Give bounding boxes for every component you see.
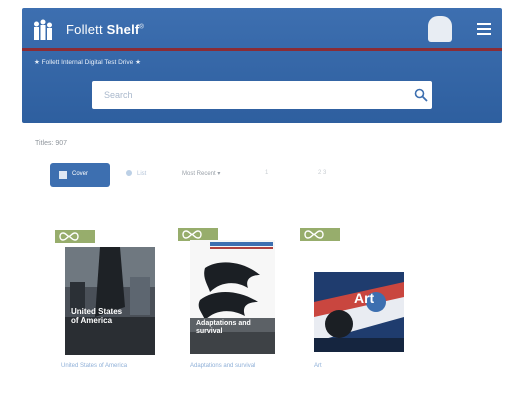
pagination-next[interactable]: 2 3 xyxy=(318,170,326,176)
collection-name[interactable]: ★ Follett Internal Digital Test Drive ★ xyxy=(34,58,141,66)
book-cover[interactable]: United States of America xyxy=(65,247,155,355)
book-cover-text: United States of America xyxy=(71,307,123,325)
book-card[interactable]: Art Art xyxy=(300,228,410,388)
app-header: Follett Shelf® ★ Follett Internal Digita… xyxy=(22,8,502,123)
list-icon xyxy=(126,170,132,176)
top-bar: Follett Shelf® xyxy=(22,8,502,48)
pagination-first[interactable]: 1 xyxy=(265,170,268,176)
cover-view-label: Cover xyxy=(72,171,89,177)
grid-icon xyxy=(59,171,67,179)
brand-bold: Shelf xyxy=(106,22,140,37)
header-divider xyxy=(22,48,502,51)
brand-regular: Follett xyxy=(66,22,103,37)
sort-dropdown[interactable]: Most Recent ▾ xyxy=(182,170,220,177)
search-input[interactable] xyxy=(92,81,392,109)
search-icon[interactable] xyxy=(414,88,428,102)
book-card[interactable]: United States of America United States o… xyxy=(55,230,165,390)
cover-view-button[interactable]: Cover xyxy=(50,163,110,187)
book-cover[interactable]: Art xyxy=(314,272,404,352)
titles-count: Titles: 907 xyxy=(35,140,68,147)
infinity-icon xyxy=(55,230,95,243)
book-cover-text: Adaptations and survival xyxy=(196,320,251,335)
list-view-button[interactable]: List xyxy=(126,170,146,177)
book-cover-text: Art xyxy=(354,290,375,306)
hamburger-icon[interactable] xyxy=(477,23,491,38)
book-card[interactable]: Adaptations and survival Adaptations and… xyxy=(178,228,288,388)
people-icon[interactable] xyxy=(32,19,54,41)
book-cover[interactable]: Adaptations and survival xyxy=(190,240,275,354)
avatar[interactable] xyxy=(428,16,452,42)
book-title[interactable]: Art xyxy=(314,362,374,370)
book-title[interactable]: Adaptations and survival xyxy=(190,362,265,370)
book-title[interactable]: United States of America xyxy=(61,362,136,370)
infinity-icon xyxy=(300,228,340,241)
brand-logo[interactable]: Follett Shelf® xyxy=(66,22,144,37)
brand-trademark: ® xyxy=(139,24,145,31)
search-box xyxy=(92,81,432,109)
list-view-label: List xyxy=(137,171,147,177)
